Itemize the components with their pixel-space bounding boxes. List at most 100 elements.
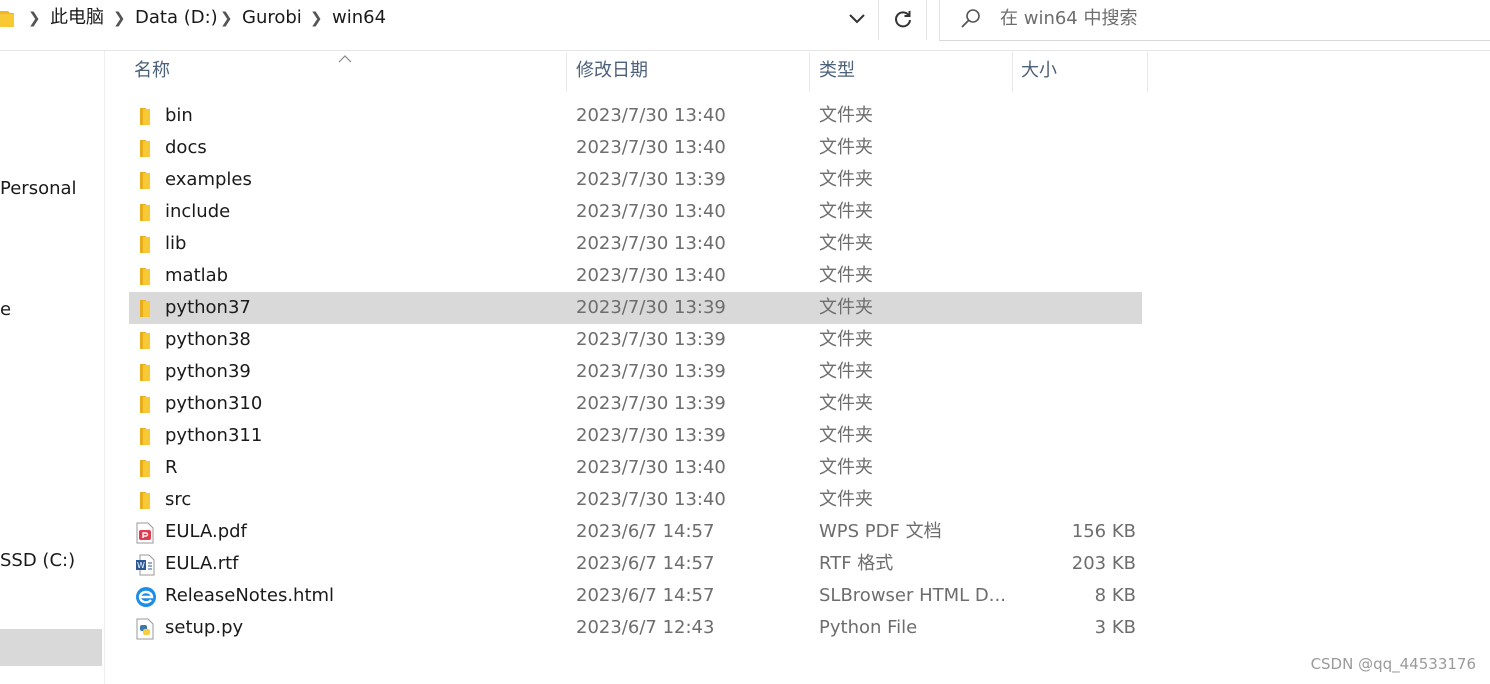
file-date-modified: 2023/7/30 13:39 [576,361,726,382]
nav-item-ssd-c[interactable]: SSD (C:) [0,550,75,571]
breadcrumb-separator-icon[interactable]: ❯ [310,0,323,38]
breadcrumb-this-pc[interactable]: 此电脑 [50,0,104,38]
file-name: matlab [165,265,229,286]
file-name: examples [165,169,252,190]
file-type: 文件夹 [819,361,873,382]
address-history-dropdown[interactable] [840,5,874,33]
file-type: 文件夹 [819,297,873,318]
column-divider[interactable] [809,52,810,92]
file-date-modified: 2023/7/30 13:40 [576,105,726,126]
file-row[interactable]: setup.py 2023/6/7 12:43 Python File 3 KB [129,612,1142,644]
refresh-button[interactable] [886,5,920,33]
file-row[interactable]: lib 2023/7/30 13:40 文件夹 [129,228,1142,260]
file-name: python311 [165,425,263,446]
browser-html-icon [135,586,156,607]
file-row[interactable]: EULA.pdf 2023/6/7 14:57 WPS PDF 文档 156 KB [129,516,1142,548]
file-row[interactable]: examples 2023/7/30 13:39 文件夹 [129,164,1142,196]
column-divider[interactable] [1012,52,1013,92]
search-input[interactable]: 在 win64 中搜索 [1000,0,1137,37]
file-date-modified: 2023/6/7 12:43 [576,617,715,638]
file-size: 3 KB [1094,617,1136,638]
file-row[interactable]: python310 2023/7/30 13:39 文件夹 [129,388,1142,420]
divider [0,50,1490,51]
file-type: 文件夹 [819,425,873,446]
file-date-modified: 2023/6/7 14:57 [576,521,715,542]
refresh-icon [895,11,911,28]
file-row[interactable]: matlab 2023/7/30 13:40 文件夹 [129,260,1142,292]
file-date-modified: 2023/6/7 14:57 [576,553,715,574]
file-date-modified: 2023/7/30 13:40 [576,233,726,254]
folder-icon [135,362,155,382]
nav-item-selected[interactable] [0,629,102,666]
folder-icon [135,426,155,446]
file-row[interactable]: python38 2023/7/30 13:39 文件夹 [129,324,1142,356]
file-name: include [165,201,231,222]
breadcrumb-data-drive[interactable]: Data (D:) [135,0,218,38]
breadcrumb-win64[interactable]: win64 [332,0,386,38]
file-row[interactable]: bin 2023/7/30 13:40 文件夹 [129,100,1142,132]
breadcrumb-separator-icon[interactable]: ❯ [28,0,41,38]
file-name: EULA.rtf [165,553,239,574]
nav-item-truncated[interactable]: e [0,299,11,320]
file-date-modified: 2023/6/7 14:57 [576,585,715,606]
file-size: 8 KB [1094,585,1136,606]
file-type: 文件夹 [819,393,873,414]
file-name: EULA.pdf [165,521,247,542]
file-date-modified: 2023/7/30 13:40 [576,457,726,478]
file-date-modified: 2023/7/30 13:39 [576,169,726,190]
file-row[interactable]: python311 2023/7/30 13:39 文件夹 [129,420,1142,452]
column-header-date-modified[interactable]: 修改日期 [576,52,648,92]
file-name: python37 [165,297,251,318]
file-type: 文件夹 [819,329,873,350]
file-row[interactable]: include 2023/7/30 13:40 文件夹 [129,196,1142,228]
folder-icon [0,9,14,33]
breadcrumb-separator-icon[interactable]: ❯ [113,0,126,38]
file-type: 文件夹 [819,169,873,190]
file-row[interactable]: R 2023/7/30 13:40 文件夹 [129,452,1142,484]
navigation-pane[interactable]: Personal e SSD (C:) [0,51,104,684]
file-row[interactable]: docs 2023/7/30 13:40 文件夹 [129,132,1142,164]
nav-item-personal[interactable]: Personal [0,178,77,199]
file-name: lib [165,233,187,254]
file-type: RTF 格式 [819,553,894,574]
file-date-modified: 2023/7/30 13:40 [576,265,726,286]
file-date-modified: 2023/7/30 13:40 [576,489,726,510]
file-type: 文件夹 [819,201,873,222]
folder-icon [135,266,155,286]
file-date-modified: 2023/7/30 13:39 [576,297,726,318]
file-row[interactable]: python39 2023/7/30 13:39 文件夹 [129,356,1142,388]
file-row[interactable]: ReleaseNotes.html 2023/6/7 14:57 SLBrowser… [129,580,1142,612]
watermark: CSDN @qq_44533176 [1310,655,1476,673]
file-name: bin [165,105,193,126]
file-type: 文件夹 [819,457,873,478]
file-name: R [165,457,178,478]
column-header-name[interactable]: 名称 [134,52,170,92]
file-row[interactable]: src 2023/7/30 13:40 文件夹 [129,484,1142,516]
pdf-file-icon [135,522,155,544]
column-divider[interactable] [566,52,567,92]
file-type: WPS PDF 文档 [819,521,942,542]
file-name: src [165,489,192,510]
file-type: 文件夹 [819,137,873,158]
column-header-type[interactable]: 类型 [819,52,855,92]
sort-ascending-icon [338,48,352,67]
breadcrumb-separator-icon[interactable]: ❯ [220,0,233,38]
breadcrumb-gurobi[interactable]: Gurobi [242,0,302,38]
address-bar[interactable]: ❯ 此电脑 ❯ Data (D:) ❯ Gurobi ❯ win64 [0,0,878,38]
file-date-modified: 2023/7/30 13:40 [576,137,726,158]
file-name: python310 [165,393,263,414]
file-name: ReleaseNotes.html [165,585,335,606]
column-header-size[interactable]: 大小 [1021,52,1057,92]
file-date-modified: 2023/7/30 13:39 [576,393,726,414]
divider [104,51,105,684]
search-box[interactable]: 在 win64 中搜索 [939,0,1490,41]
file-date-modified: 2023/7/30 13:39 [576,329,726,350]
python-file-icon [135,618,155,640]
file-row[interactable]: W EULA.rtf 2023/6/7 14:57 RTF 格式 203 KB [129,548,1142,580]
divider [926,0,927,40]
file-date-modified: 2023/7/30 13:39 [576,425,726,446]
folder-icon [135,170,155,190]
chevron-down-icon [849,14,865,24]
file-row[interactable]: python37 2023/7/30 13:39 文件夹 [129,292,1142,324]
column-divider[interactable] [1147,52,1148,92]
